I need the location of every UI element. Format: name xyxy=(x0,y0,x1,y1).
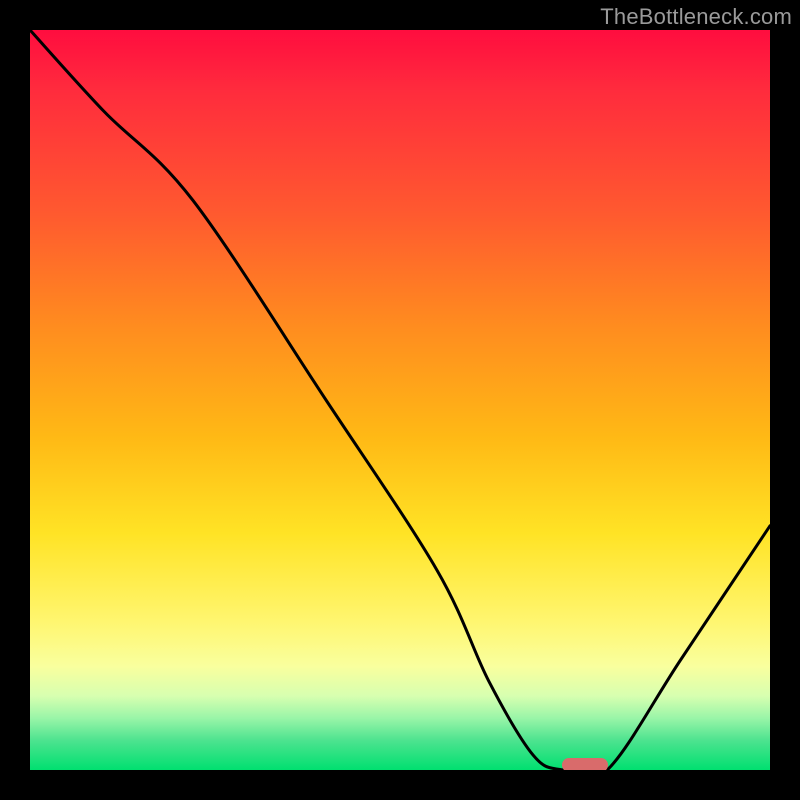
chart-frame: TheBottleneck.com xyxy=(0,0,800,800)
watermark-text: TheBottleneck.com xyxy=(600,4,792,30)
optimal-marker xyxy=(562,758,608,770)
curve-layer xyxy=(30,30,770,770)
bottleneck-curve xyxy=(30,30,770,770)
